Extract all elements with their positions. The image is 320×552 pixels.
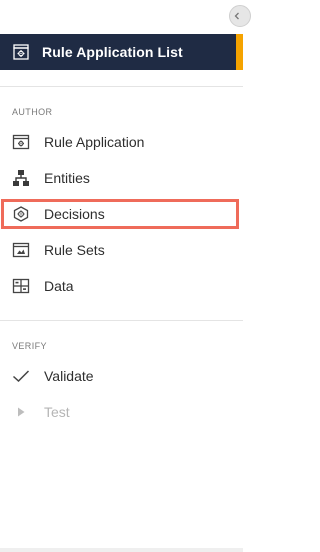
decisions-icon [11, 204, 31, 224]
top-strip [0, 0, 251, 32]
nav-label: Decisions [44, 206, 105, 222]
nav-item-rule-sets[interactable]: Rule Sets [0, 235, 243, 265]
rule-application-icon [11, 132, 31, 152]
data-icon [11, 276, 31, 296]
nav-item-decisions[interactable]: Decisions [0, 199, 243, 229]
rule-application-list-header[interactable]: Rule Application List [0, 34, 236, 70]
bottom-edge [0, 548, 243, 552]
checkmark-icon [11, 366, 31, 386]
header-title: Rule Application List [42, 44, 183, 60]
nav-label: Test [44, 404, 70, 420]
nav-label: Rule Sets [44, 242, 105, 258]
rule-sets-icon [11, 240, 31, 260]
chevron-left-icon [234, 12, 239, 20]
nav-label: Validate [44, 368, 94, 384]
section-label-author: AUTHOR [12, 107, 53, 117]
nav-item-validate[interactable]: Validate [0, 361, 243, 391]
section-label-verify: VERIFY [12, 341, 47, 351]
section-divider [0, 320, 243, 321]
rule-app-list-icon [12, 43, 30, 61]
play-icon [11, 402, 31, 422]
entities-icon [11, 168, 31, 188]
nav-item-rule-application[interactable]: Rule Application [0, 127, 243, 157]
nav-label: Rule Application [44, 134, 145, 150]
collapse-sidebar-button[interactable] [229, 5, 251, 27]
nav-label: Data [44, 278, 74, 294]
nav-item-entities[interactable]: Entities [0, 163, 243, 193]
sidebar-panel: Rule Application List AUTHOR Rule Applic… [0, 0, 251, 552]
nav-label: Entities [44, 170, 90, 186]
header-accent-bar [236, 34, 243, 70]
nav-item-test[interactable]: Test [0, 397, 243, 427]
nav-item-data[interactable]: Data [0, 271, 243, 301]
section-divider [0, 86, 243, 87]
